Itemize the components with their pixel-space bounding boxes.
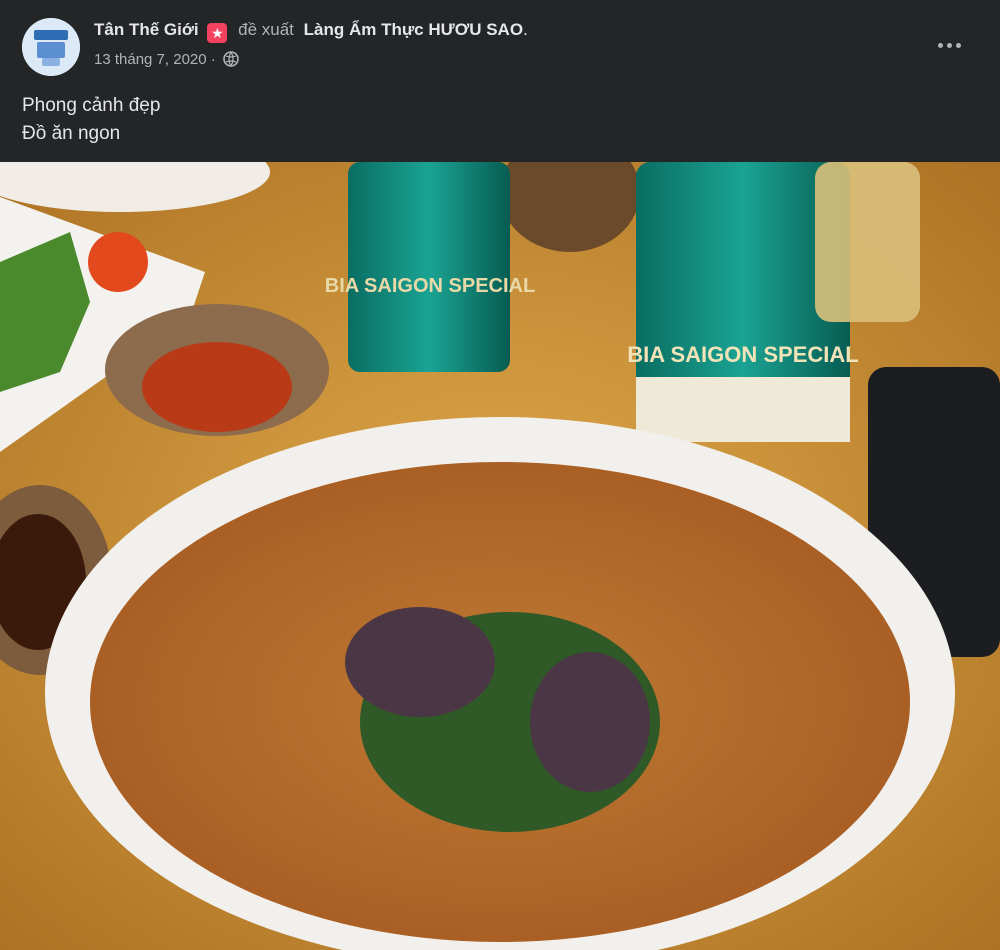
more-options-icon[interactable] [930,30,970,60]
tomato [88,232,148,292]
beer-can-right-label: BIA SAIGON SPECIAL [627,342,858,367]
beer-can-left-label: BIA SAIGON SPECIAL [325,275,535,297]
facebook-post: Tân Thế Giới ★ đề xuất Làng Ẩm Thực HƯƠU… [0,0,1000,950]
title-period: . [523,20,528,39]
post-text-line-1: Phong cảnh đẹp [22,95,161,116]
globe-icon[interactable] [223,51,239,67]
beer-glass [815,162,920,322]
post-header: Tân Thế Giới ★ đề xuất Làng Ẩm Thực HƯƠU… [0,0,1000,160]
meta-separator: · [210,51,216,68]
recommend-verb: đề xuất [238,20,294,39]
post-text-line-2: Đồ ăn ngon [22,123,121,144]
author-avatar[interactable] [22,18,80,76]
recommended-page-name[interactable]: Làng Ẩm Thực HƯƠU SAO [304,20,523,39]
star-badge-icon: ★ [207,23,228,43]
author-name[interactable]: Tân Thế Giới [94,20,199,39]
perilla-leaf [345,607,495,717]
post-photo[interactable]: BIA SAIGON SPECIAL BIA SAIGON SPECIAL [0,162,1000,950]
dipping-sauce [142,342,292,432]
post-meta: 13 tháng 7, 2020 · [94,51,239,68]
beer-can-left [348,162,510,372]
beer-can-right-band [636,377,850,442]
post-text: Phong cảnh đẹp Đồ ăn ngon [22,92,160,148]
perilla-leaf-2 [530,652,650,792]
post-date[interactable]: 13 tháng 7, 2020 [94,51,207,68]
post-title-line: Tân Thế Giới ★ đề xuất Làng Ẩm Thực HƯƠU… [94,20,528,43]
